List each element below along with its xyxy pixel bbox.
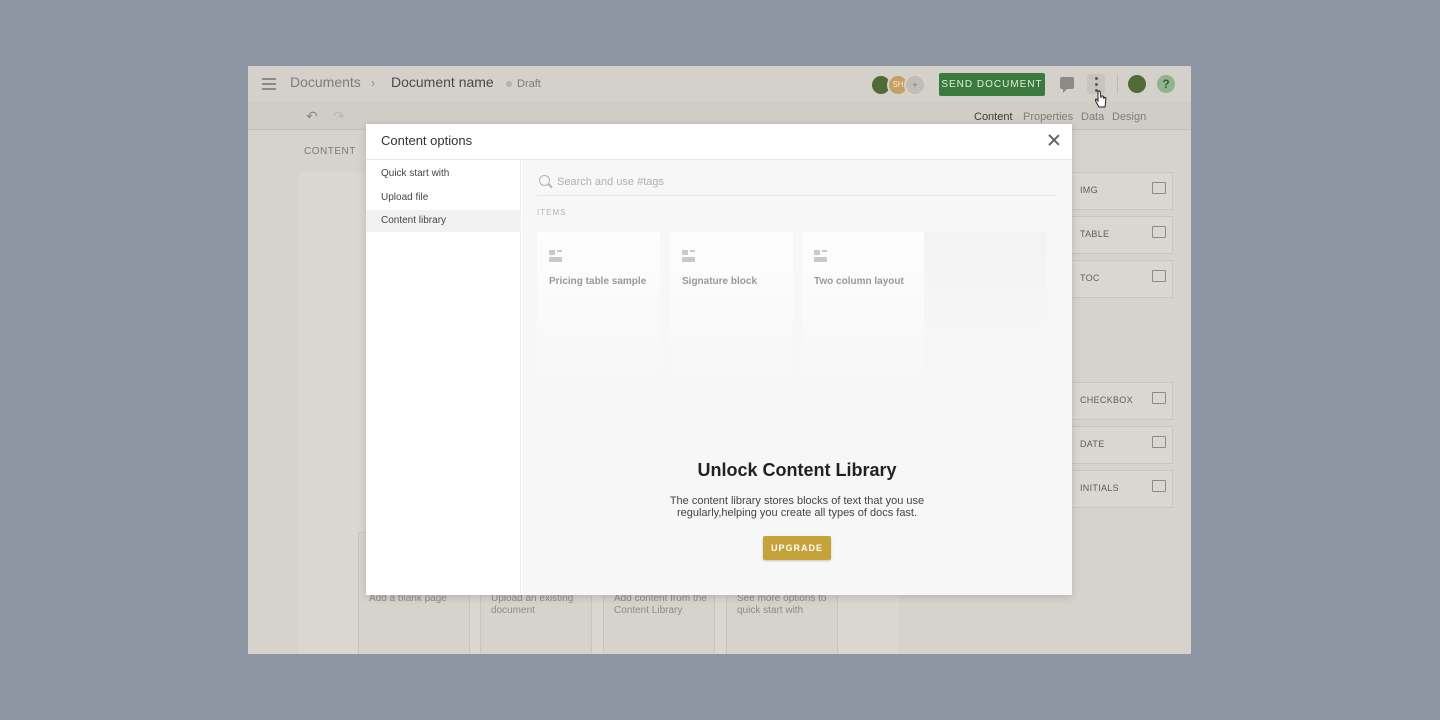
block-icon: [814, 250, 827, 262]
library-item-card[interactable]: Signature block: [670, 232, 793, 382]
status-badge: Draft: [517, 78, 541, 90]
search-input[interactable]: [557, 172, 1047, 192]
image-icon: [1152, 182, 1166, 194]
chat-icon[interactable]: [1060, 77, 1074, 93]
block-icon: [682, 250, 695, 262]
modal-title: Content options: [381, 133, 473, 148]
block-img[interactable]: IMG: [1070, 172, 1173, 210]
tab-data[interactable]: Data: [1081, 111, 1104, 123]
modal-main: ITEMS Pricing table sample Signature blo…: [522, 160, 1072, 595]
user-avatar[interactable]: [1128, 75, 1146, 93]
block-label: CHECKBOX: [1080, 395, 1133, 405]
search-icon: [539, 175, 550, 186]
items-section-label: ITEMS: [537, 208, 567, 217]
breadcrumb-separator: ›: [371, 76, 375, 90]
upgrade-button[interactable]: UPGRADE: [763, 536, 831, 560]
block-initials[interactable]: INITIALS: [1070, 470, 1173, 508]
placeholder-card: [924, 232, 1047, 382]
content-options-modal: Content options Quick start with Upload …: [366, 124, 1072, 595]
tab-properties[interactable]: Properties: [1023, 111, 1073, 123]
block-date[interactable]: DATE: [1070, 426, 1173, 464]
send-document-button[interactable]: SEND DOCUMENT: [939, 73, 1045, 96]
block-label: TOC: [1080, 273, 1100, 283]
undo-icon[interactable]: ↶: [306, 108, 318, 125]
nav-quick-start[interactable]: Quick start with: [366, 163, 521, 185]
item-name: Two column layout: [814, 276, 904, 287]
library-item-card[interactable]: Pricing table sample: [537, 232, 660, 382]
initials-icon: [1152, 480, 1166, 492]
top-bar: Documents › Document name Draft SH + SEN…: [248, 66, 1191, 102]
block-icon: [549, 250, 562, 262]
item-name: Signature block: [682, 276, 758, 287]
pointer-cursor-icon: [1095, 90, 1107, 108]
library-item-card[interactable]: Two column layout: [802, 232, 925, 382]
block-label: INITIALS: [1080, 483, 1119, 493]
block-toc[interactable]: TOC: [1070, 260, 1173, 298]
table-icon: [1152, 226, 1166, 238]
close-icon[interactable]: [1047, 133, 1061, 147]
checkbox-icon: [1152, 392, 1166, 404]
block-checkbox[interactable]: CHECKBOX: [1070, 382, 1173, 420]
block-label: DATE: [1080, 439, 1105, 449]
content-section-label: CONTENT: [304, 146, 356, 157]
nav-content-library[interactable]: Content library: [366, 210, 521, 232]
tab-content[interactable]: Content: [974, 111, 1013, 123]
divider: [1117, 74, 1118, 94]
nav-upload-file[interactable]: Upload file: [366, 187, 521, 209]
add-collaborator-icon[interactable]: +: [904, 74, 926, 96]
block-table[interactable]: TABLE: [1070, 216, 1173, 254]
unlock-title: Unlock Content Library: [697, 460, 897, 480]
card-text: Add content from the Content Library: [614, 593, 707, 616]
modal-sidebar: Quick start with Upload file Content lib…: [366, 160, 521, 595]
item-name: Pricing table sample: [549, 276, 647, 287]
redo-icon[interactable]: ↷: [333, 108, 345, 125]
document-name[interactable]: Document name: [391, 74, 494, 90]
card-text: Upload an existing document: [491, 593, 574, 616]
block-label: TABLE: [1080, 229, 1110, 239]
breadcrumb-documents[interactable]: Documents: [290, 74, 361, 90]
calendar-icon: [1152, 436, 1166, 448]
card-text: See more options to quick start with: [737, 593, 827, 616]
hamburger-menu-icon[interactable]: [262, 78, 276, 90]
modal-header: Content options: [366, 124, 1072, 160]
status-dot: [506, 81, 512, 87]
toc-icon: [1152, 270, 1166, 282]
unlock-description: The content library stores blocks of tex…: [669, 495, 925, 519]
block-label: IMG: [1080, 185, 1098, 195]
tab-design[interactable]: Design: [1112, 111, 1146, 123]
help-button[interactable]: ?: [1157, 75, 1175, 93]
search-bar: [537, 170, 1057, 196]
